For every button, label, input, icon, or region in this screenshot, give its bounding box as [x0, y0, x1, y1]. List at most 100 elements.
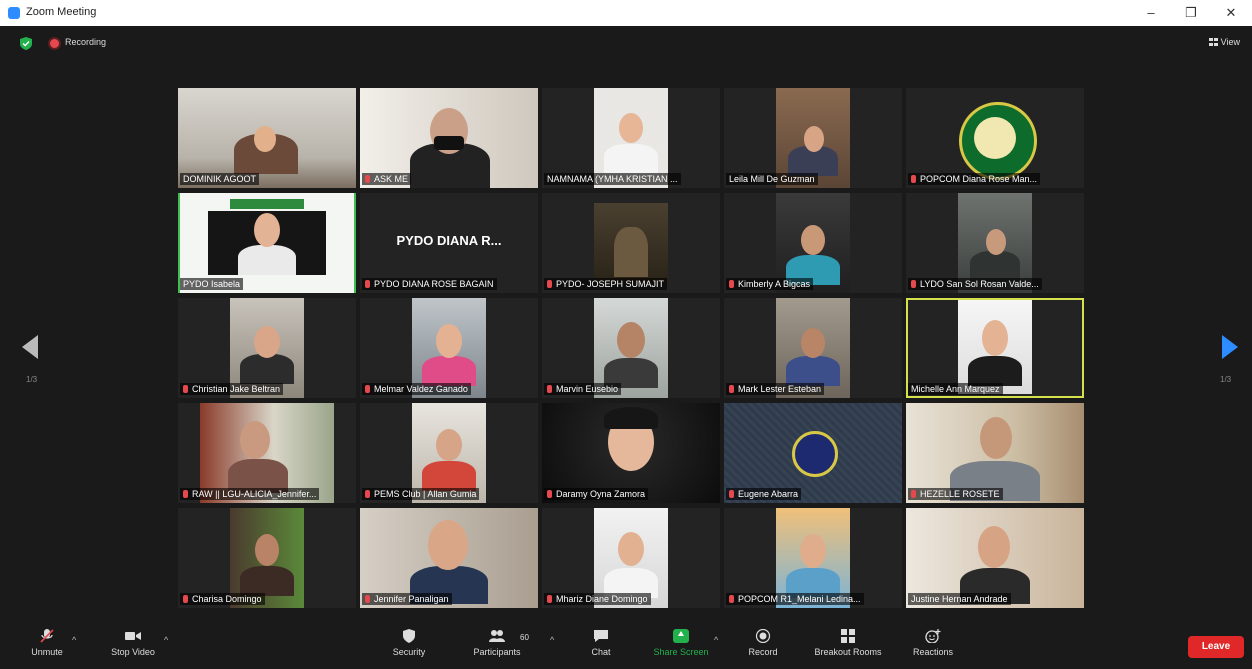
participant-name: Charisa Domingo	[180, 593, 265, 605]
participant-name: LYDO San Sol Rosan Valde...	[908, 278, 1042, 290]
meeting-top-bar: Recording View	[0, 26, 1252, 62]
mic-muted-icon	[183, 385, 188, 393]
close-button[interactable]: ✕	[1216, 3, 1246, 23]
mic-muted-icon	[40, 629, 54, 643]
mic-muted-icon	[729, 385, 734, 393]
participant-tile[interactable]: LYDO San Sol Rosan Valde...	[906, 193, 1084, 293]
mic-muted-icon	[729, 280, 734, 288]
audio-options-caret-icon[interactable]: ^	[72, 635, 76, 645]
participant-name: Justine Hernan Andrade	[908, 593, 1011, 605]
unmute-label: Unmute	[31, 647, 63, 657]
participants-count: 60	[520, 633, 529, 642]
participant-tile-active-speaker[interactable]: Michelle Ann Marquez	[906, 298, 1084, 398]
participant-tile[interactable]: DOMINIK AGOOT	[178, 88, 356, 188]
participant-name: Kimberly A Bigcas	[726, 278, 814, 290]
participants-label: Participants	[473, 647, 521, 657]
share-screen-button[interactable]: Share Screen	[646, 629, 716, 657]
participant-name: Christian Jake Beltran	[180, 383, 284, 395]
view-button[interactable]: View	[1208, 37, 1240, 47]
chat-bubble-icon	[594, 630, 608, 642]
previous-page-arrow-icon[interactable]	[22, 335, 38, 359]
participant-tile[interactable]: Kimberly A Bigcas	[724, 193, 902, 293]
participant-name: Melmar Valdez Ganado	[362, 383, 471, 395]
participant-name: Jennifer Panaligan	[362, 593, 452, 605]
participant-tile[interactable]: PYDO DIANA R... PYDO DIANA ROSE BAGAIN	[360, 193, 538, 293]
participant-tile[interactable]: PYDO- JOSEPH SUMAJIT	[542, 193, 720, 293]
participant-name: POPCOM Diana Rose Man...	[908, 173, 1041, 185]
participant-tile[interactable]: Justine Hernan Andrade	[906, 508, 1084, 608]
stop-video-button[interactable]: Stop Video	[98, 629, 168, 657]
participant-tile[interactable]: Eugene Abarra	[724, 403, 902, 503]
participant-name: PEMS Club | Allan Gumia	[362, 488, 480, 500]
participant-tile[interactable]: Jennifer Panaligan	[360, 508, 538, 608]
shield-icon	[403, 629, 415, 643]
participant-name: PYDO DIANA ROSE BAGAIN	[362, 278, 497, 290]
participant-name: Mhariz Diane Domingo	[544, 593, 651, 605]
participant-tile[interactable]: POPCOM Diana Rose Man...	[906, 88, 1084, 188]
next-page-arrow-icon[interactable]	[1222, 335, 1238, 359]
participant-tile[interactable]: PYDO Isabela	[178, 193, 356, 293]
participant-tile[interactable]: NAMNAMA (YMHA KRISTIAN ...	[542, 88, 720, 188]
participant-name: HEZELLE ROSETE	[908, 488, 1003, 500]
participant-tile[interactable]: HEZELLE ROSETE	[906, 403, 1084, 503]
mic-muted-icon	[365, 280, 370, 288]
participant-tile[interactable]: POPCOM R1_Melani Ledina...	[724, 508, 902, 608]
window-title: Zoom Meeting	[26, 6, 97, 18]
participant-tile[interactable]: Marvin Eusebio	[542, 298, 720, 398]
participant-name: Eugene Abarra	[726, 488, 802, 500]
participant-tile[interactable]: RAW || LGU-ALICIA_Jennifer...	[178, 403, 356, 503]
participants-icon	[489, 630, 505, 642]
stop-video-label: Stop Video	[111, 647, 155, 657]
participant-name: PYDO Isabela	[180, 278, 244, 290]
window-title-bar: Zoom Meeting – ❐ ✕	[0, 0, 1252, 26]
video-options-caret-icon[interactable]: ^	[164, 635, 168, 645]
mic-muted-icon	[547, 280, 552, 288]
leave-button[interactable]: Leave	[1188, 636, 1244, 658]
participant-tile[interactable]: Christian Jake Beltran	[178, 298, 356, 398]
participant-tile[interactable]: Charisa Domingo	[178, 508, 356, 608]
recording-indicator-icon	[50, 39, 59, 48]
reactions-label: Reactions	[912, 647, 954, 657]
participant-name: Michelle Ann Marquez	[908, 383, 1003, 395]
participant-name: NAMNAMA (YMHA KRISTIAN ...	[544, 173, 681, 185]
mic-muted-icon	[911, 175, 916, 183]
participant-tile[interactable]: Mark Lester Esteban	[724, 298, 902, 398]
mic-muted-icon	[365, 175, 370, 183]
participants-options-caret-icon[interactable]: ^	[550, 635, 554, 645]
record-button[interactable]: Record	[728, 629, 798, 657]
security-label: Security	[392, 647, 426, 657]
security-button[interactable]: Security	[374, 629, 444, 657]
breakout-rooms-icon	[841, 629, 855, 643]
share-screen-label: Share Screen	[653, 647, 709, 657]
share-screen-icon	[673, 629, 689, 643]
mic-muted-icon	[365, 490, 370, 498]
meeting-toolbar: Unmute ^ Stop Video ^ Security Participa…	[0, 625, 1252, 669]
record-icon	[755, 629, 771, 643]
mic-muted-icon	[365, 385, 370, 393]
page-indicator-right: 1/3	[1220, 375, 1232, 384]
participant-tile[interactable]: Mhariz Diane Domingo	[542, 508, 720, 608]
breakout-rooms-button[interactable]: Breakout Rooms	[806, 629, 890, 657]
participant-tile[interactable]: ASK ME	[360, 88, 538, 188]
participant-name: Marvin Eusebio	[544, 383, 622, 395]
participant-tile[interactable]: Melmar Valdez Ganado	[360, 298, 538, 398]
breakout-rooms-label: Breakout Rooms	[814, 647, 882, 657]
encryption-shield-icon[interactable]	[20, 37, 32, 50]
maximize-button[interactable]: ❐	[1176, 3, 1206, 23]
participant-tile[interactable]: Daramy Oyna Zamora	[542, 403, 720, 503]
participant-tile[interactable]: PEMS Club | Allan Gumia	[360, 403, 538, 503]
hair	[604, 407, 658, 429]
reactions-button[interactable]: Reactions	[898, 629, 968, 657]
recording-label[interactable]: Recording	[65, 37, 106, 47]
chat-button[interactable]: Chat	[566, 629, 636, 657]
share-options-caret-icon[interactable]: ^	[714, 635, 718, 645]
minimize-button[interactable]: –	[1136, 3, 1166, 23]
view-label: View	[1220, 37, 1240, 47]
mic-muted-icon	[183, 595, 188, 603]
video-camera-icon	[125, 632, 141, 640]
record-label: Record	[748, 647, 778, 657]
logo-inner	[974, 117, 1016, 159]
org-logo-icon	[792, 431, 838, 477]
chat-label: Chat	[591, 647, 611, 657]
participant-tile[interactable]: Leila Mill De Guzman	[724, 88, 902, 188]
